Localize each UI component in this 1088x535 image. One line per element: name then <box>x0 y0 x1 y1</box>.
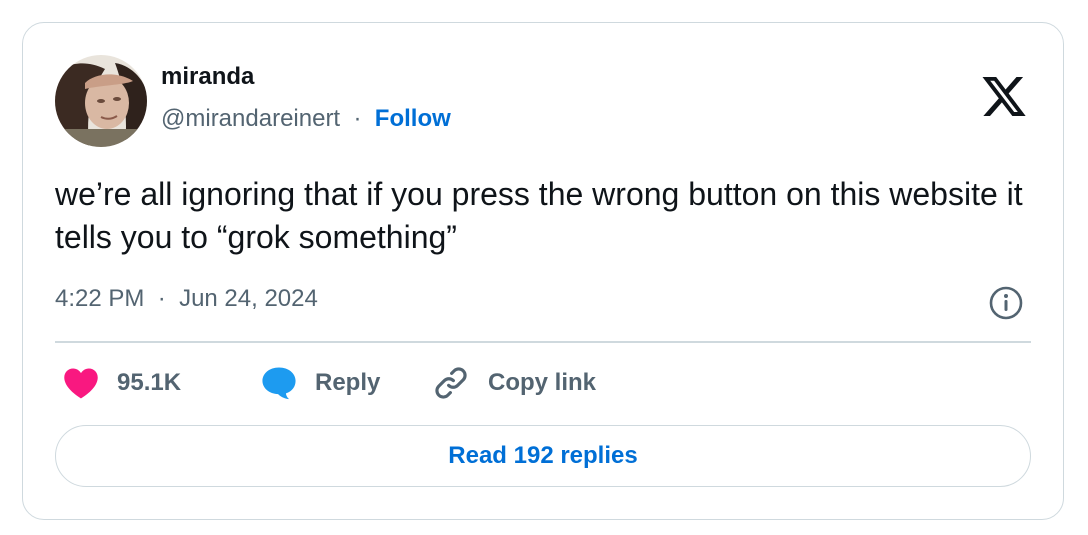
reply-button[interactable]: Reply <box>261 363 380 403</box>
time-separator: · <box>151 285 173 312</box>
read-replies-button[interactable]: Read 192 replies <box>55 425 1031 487</box>
divider <box>55 341 1031 343</box>
like-button[interactable]: 95.1K <box>63 363 181 403</box>
link-icon <box>435 367 467 399</box>
like-count: 95.1K <box>117 369 182 396</box>
heart-icon <box>64 368 98 399</box>
copy-link-button[interactable]: Copy link <box>432 363 596 403</box>
handle-separator: · <box>346 105 369 132</box>
timestamp[interactable]: 4:22 PM · Jun 24, 2024 <box>55 285 318 313</box>
reply-label: Reply <box>315 369 381 396</box>
author-handle[interactable]: @mirandareinert <box>161 105 340 132</box>
x-logo-icon[interactable] <box>980 77 1028 121</box>
info-icon[interactable] <box>988 285 1024 321</box>
tweet-text: we’re all ignoring that if you press the… <box>55 176 1023 255</box>
author-handle-row: @mirandareinert · Follow <box>161 105 451 133</box>
read-replies-label: Read 192 replies <box>448 442 638 469</box>
tweet-date: Jun 24, 2024 <box>179 285 318 312</box>
tweet-time: 4:22 PM <box>55 285 145 312</box>
copy-link-label: Copy link <box>488 369 597 396</box>
follow-link[interactable]: Follow <box>375 105 451 132</box>
author-name[interactable]: miranda <box>161 63 254 91</box>
avatar[interactable] <box>55 55 147 147</box>
tweet-card: miranda @mirandareinert · Follow we’re a… <box>22 22 1064 520</box>
speech-bubble-icon <box>262 367 296 400</box>
